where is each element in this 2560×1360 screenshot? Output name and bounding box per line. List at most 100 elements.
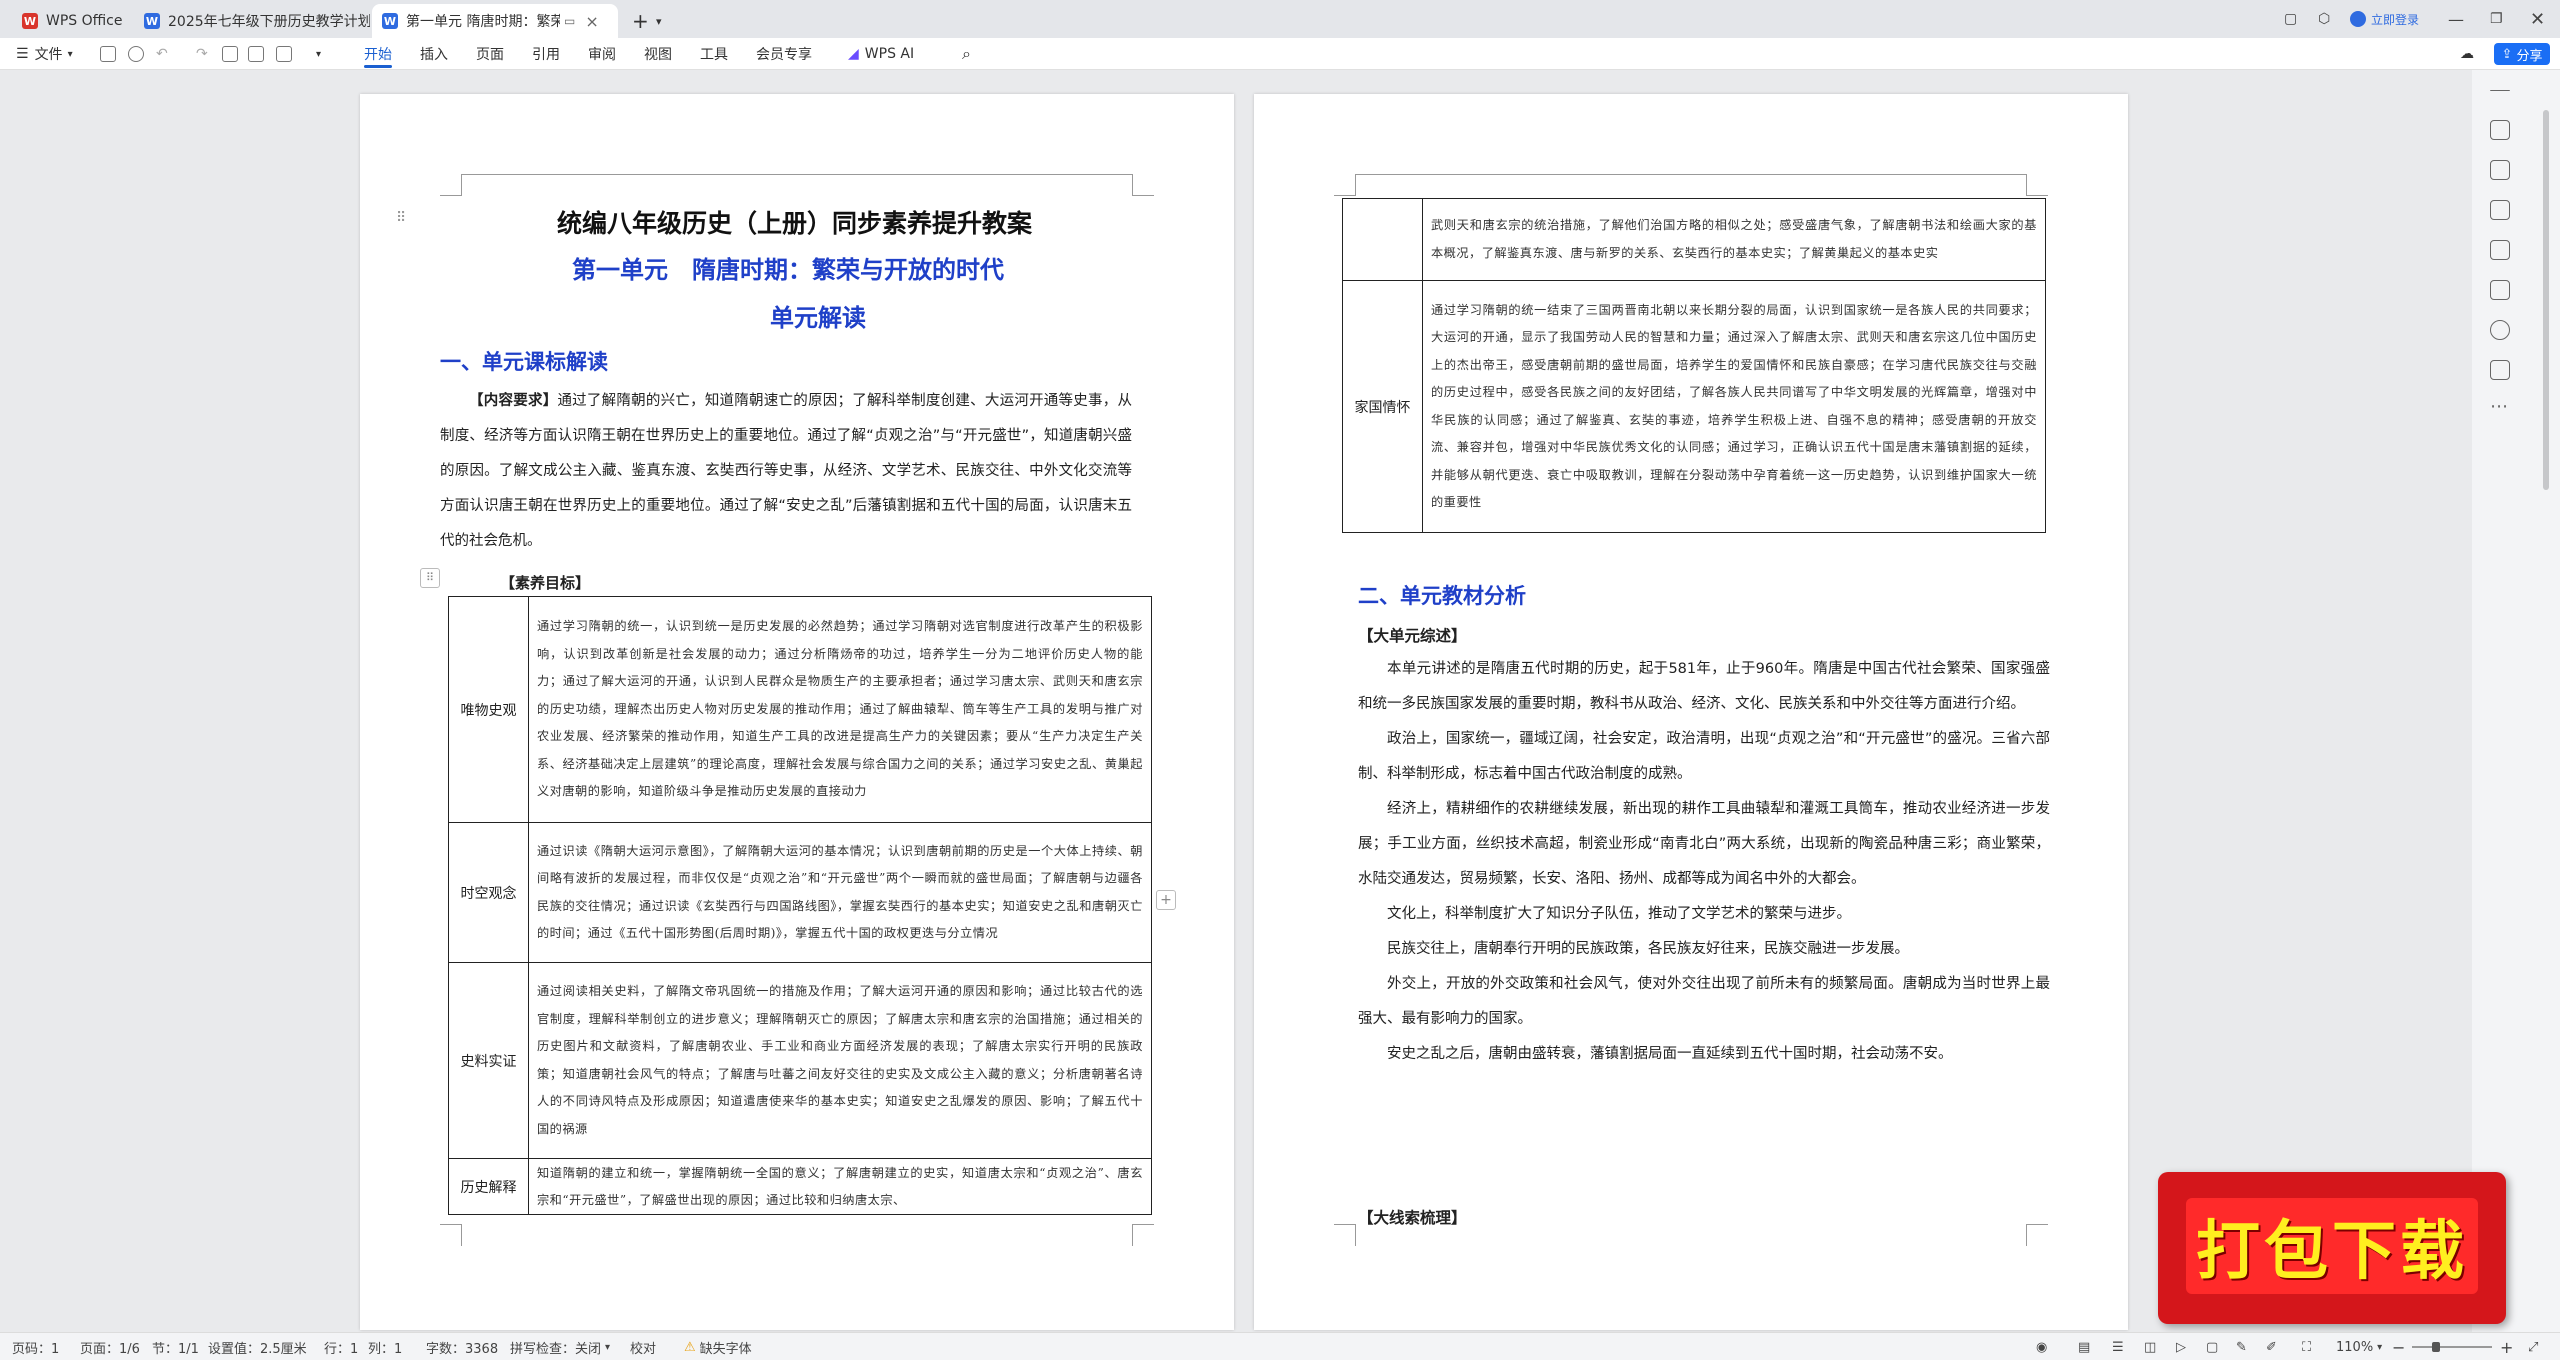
share-button[interactable]: ⇪ 分享: [2494, 43, 2550, 65]
help-icon[interactable]: [2490, 320, 2510, 340]
eye-protection-icon[interactable]: ◉: [2036, 1333, 2047, 1360]
file-menu[interactable]: ☰ 文件 ▾: [16, 38, 73, 70]
save-icon[interactable]: [100, 46, 116, 62]
content-requirement-paragraph[interactable]: 【内容要求】通过了解隋朝的兴亡，知道隋朝速亡的原因；了解科举制度创建、大运河开通…: [440, 384, 1132, 559]
spell-check-toggle[interactable]: 拼写检查：关闭 ▾: [510, 1333, 610, 1360]
table-cell-text[interactable]: 通过学习隋朝的统一，认识到统一是历史发展的必然趋势；通过学习隋朝对选官制度进行改…: [528, 596, 1152, 823]
close-tab-icon[interactable]: ×: [585, 12, 598, 31]
status-row[interactable]: 行：1: [324, 1333, 358, 1360]
download-banner[interactable]: 打包下载: [2158, 1172, 2506, 1324]
overview-paragraph[interactable]: 文化上，科举制度扩大了知识分子队伍，推动了文学艺术的繁荣与进步。: [1358, 897, 2050, 932]
document-page-2[interactable]: 武则天和唐玄宗的统治措施，了解他们治国方略的相似之处；感受盛唐气象，了解唐朝书法…: [1254, 94, 2128, 1330]
status-page[interactable]: 页码：1: [12, 1333, 59, 1360]
redo-icon[interactable]: ↷: [196, 38, 208, 70]
page-view-icon[interactable]: ▤: [2078, 1333, 2090, 1360]
cube-icon[interactable]: ⬡: [2318, 0, 2330, 38]
pen-edit-icon[interactable]: [2490, 120, 2510, 140]
overview-paragraph[interactable]: 本单元讲述的是隋唐五代时期的历史，起于581年，止于960年。隋唐是中国古代社会…: [1358, 652, 2050, 722]
proofread-button[interactable]: 校对: [630, 1333, 656, 1360]
search-doc-icon[interactable]: [128, 46, 144, 62]
table-cell-text[interactable]: 通过阅读相关史料，了解隋文帝巩固统一的措施及作用；了解大运河开通的原因和影响；通…: [528, 962, 1152, 1159]
table-cell-text[interactable]: 通过识读《隋朝大运河示意图》，了解隋朝大运河的基本情况；认识到唐朝前期的历史是一…: [528, 822, 1152, 963]
tab-review[interactable]: 审阅: [588, 38, 616, 70]
clue-label[interactable]: 【大线索梳理】: [1358, 1206, 1467, 1228]
undo-icon[interactable]: ↶: [156, 38, 168, 70]
close-window-button[interactable]: ✕: [2530, 0, 2545, 38]
restore-button[interactable]: ❐: [2490, 0, 2503, 38]
overview-paragraph[interactable]: 民族交往上，唐朝奉行开明的民族政策，各民族友好往来，民族交融进一步发展。: [1358, 932, 2050, 967]
zoom-level[interactable]: 110% ▾: [2336, 1333, 2382, 1360]
status-section[interactable]: 节：1/1: [152, 1333, 199, 1360]
tab-start[interactable]: 开始: [364, 38, 392, 70]
zoom-slider[interactable]: [2412, 1346, 2492, 1348]
cursor-select-icon[interactable]: [2490, 160, 2510, 180]
table-cell-label[interactable]: [1342, 198, 1423, 281]
settings-sliders-icon[interactable]: [2490, 200, 2510, 220]
table-cell-label[interactable]: 史料实证: [448, 962, 529, 1159]
table-cell-text[interactable]: 知道隋朝的建立和统一，掌握隋朝统一全国的意义；了解唐朝建立的史实，知道唐太宗和“…: [528, 1158, 1152, 1215]
overview-paragraph[interactable]: 安史之乱之后，唐朝由盛转衰，藩镇割据局面一直延续到五代十国时期，社会动荡不安。: [1358, 1037, 2050, 1072]
unit-title[interactable]: 第一单元 隋唐时期：繁荣与开放的时代: [572, 250, 1004, 285]
wps-ai-button[interactable]: ◢ WPS AI: [848, 38, 914, 70]
web-view-icon[interactable]: ◫: [2144, 1333, 2156, 1360]
read-mode-icon[interactable]: ▢: [2206, 1333, 2218, 1360]
cloud-sync-icon[interactable]: ☁: [2460, 38, 2474, 70]
zoom-slider-handle[interactable]: [2432, 1342, 2440, 1352]
tab-list-chevron-icon[interactable]: ▾: [646, 4, 670, 38]
goals-label[interactable]: 【素养目标】: [500, 572, 590, 593]
image-edit-icon[interactable]: [2490, 240, 2510, 260]
table-cell-text[interactable]: 通过学习隋朝的统一结束了三国两晋南北朝以来长期分裂的局面，认识到国家统一是各族人…: [1422, 280, 2046, 533]
tab-member[interactable]: 会员专享: [756, 38, 812, 70]
section-heading-2[interactable]: 二、单元教材分析: [1358, 580, 1526, 610]
literacy-goals-table-continued[interactable]: 武则天和唐玄宗的统治措施，了解他们治国方略的相似之处；感受盛唐气象，了解唐朝书法…: [1342, 198, 2046, 533]
search-icon[interactable]: ⌕: [962, 38, 971, 70]
pen-settings-icon[interactable]: ✐: [2266, 1333, 2277, 1360]
drag-handle-icon[interactable]: ⠿: [396, 210, 406, 226]
overview-label[interactable]: 【大单元综述】: [1358, 624, 1467, 646]
status-word-count[interactable]: 字数：3368: [426, 1333, 498, 1360]
login-link[interactable]: 立即登录: [2350, 0, 2419, 38]
tab-page[interactable]: 页面: [476, 38, 504, 70]
status-col[interactable]: 列：1: [368, 1333, 402, 1360]
missing-font-button[interactable]: ⚠ 缺失字体: [684, 1333, 752, 1360]
overview-paragraph[interactable]: 外交上，开放的外交政策和社会风气，使对外交往出现了前所未有的频繁局面。唐朝成为当…: [1358, 967, 2050, 1037]
overview-paragraph[interactable]: 经济上，精耕细作的农耕继续发展，新出现的耕作工具曲辕犁和灌溉工具筒车，推动农业经…: [1358, 792, 2050, 897]
table-move-handle-icon[interactable]: ⠿: [420, 568, 440, 588]
tab-doc-plan[interactable]: W 2025年七年级下册历史教学计划.docx: [134, 4, 370, 38]
window-layout-icon[interactable]: ▢: [2284, 0, 2297, 38]
export-pdf-icon[interactable]: [248, 46, 264, 62]
tab-wps-office[interactable]: W WPS Office: [12, 4, 134, 38]
more-icon[interactable]: ⋯: [2490, 396, 2508, 417]
add-column-icon[interactable]: +: [1156, 890, 1176, 910]
collapse-icon[interactable]: [2490, 90, 2510, 92]
unit-subtitle[interactable]: 单元解读: [770, 298, 866, 333]
tab-doc-unit1[interactable]: W 第一单元 隋唐时期：繁荣与开 ▭ ×: [372, 4, 618, 38]
minimize-button[interactable]: —: [2448, 0, 2464, 38]
pen-icon[interactable]: ✎: [2236, 1333, 2247, 1360]
tab-tools[interactable]: 工具: [700, 38, 728, 70]
literacy-goals-table[interactable]: 唯物史观 通过学习隋朝的统一，认识到统一是历史发展的必然趋势；通过学习隋朝对选官…: [448, 596, 1152, 1215]
table-cell-label[interactable]: 唯物史观: [448, 596, 529, 823]
quick-access-chevron-icon[interactable]: ▾: [316, 38, 321, 70]
overview-section[interactable]: 本单元讲述的是隋唐五代时期的历史，起于581年，止于960年。隋唐是中国古代社会…: [1358, 652, 2050, 1072]
table-cell-text[interactable]: 武则天和唐玄宗的统治措施，了解他们治国方略的相似之处；感受盛唐气象，了解唐朝书法…: [1422, 198, 2046, 281]
tab-view[interactable]: 视图: [644, 38, 672, 70]
format-painter-icon[interactable]: [276, 46, 292, 62]
zoom-in-button[interactable]: +: [2500, 1333, 2513, 1360]
table-cell-label[interactable]: 家国情怀: [1342, 280, 1423, 533]
section-heading-1[interactable]: 一、单元课标解读: [440, 346, 608, 376]
tools-icon[interactable]: [2490, 280, 2510, 300]
table-cell-label[interactable]: 时空观念: [448, 822, 529, 963]
status-pages[interactable]: 页面：1/6: [80, 1333, 140, 1360]
overview-paragraph[interactable]: 政治上，国家统一，疆域辽阔，社会安定，政治清明，出现“贞观之治”和“开元盛世”的…: [1358, 722, 2050, 792]
shield-icon[interactable]: [2490, 360, 2510, 380]
print-icon[interactable]: [222, 46, 238, 62]
status-setting[interactable]: 设置值：2.5厘米: [208, 1333, 307, 1360]
tab-references[interactable]: 引用: [532, 38, 560, 70]
document-page-1[interactable]: ⠿ 统编八年级历史（上册）同步素养提升教案 第一单元 隋唐时期：繁荣与开放的时代…: [360, 94, 1234, 1330]
zoom-out-button[interactable]: −: [2392, 1333, 2405, 1360]
table-cell-label[interactable]: 历史解释: [448, 1158, 529, 1215]
scrollbar-thumb[interactable]: [2543, 110, 2549, 490]
outline-view-icon[interactable]: ☰: [2112, 1333, 2124, 1360]
document-title[interactable]: 统编八年级历史（上册）同步素养提升教案: [557, 204, 1032, 240]
